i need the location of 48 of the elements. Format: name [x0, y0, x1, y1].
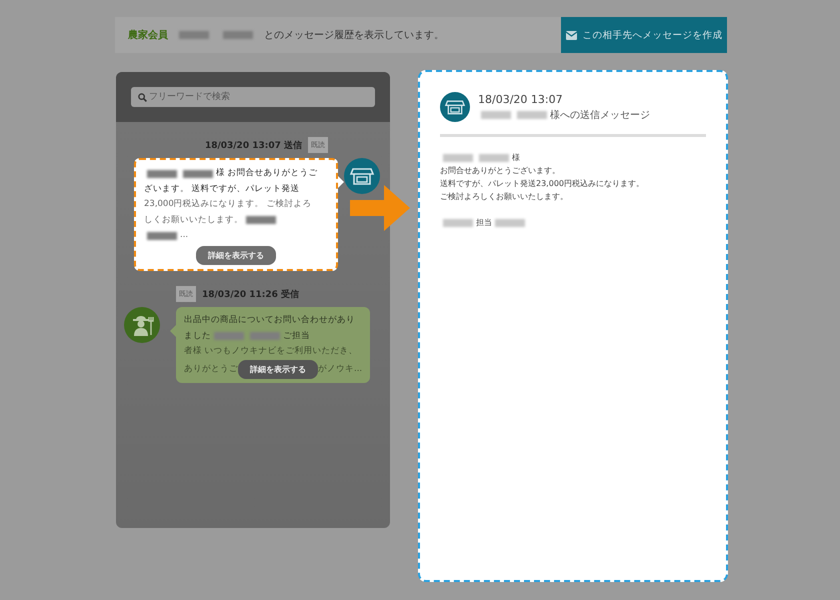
redacted-text	[517, 110, 547, 118]
redacted-text	[223, 31, 253, 39]
message-text: ありがとうご	[184, 362, 238, 376]
redacted-text	[443, 154, 473, 162]
message-text: 送料ですが、パレット発送23,000円税込みになります。	[440, 178, 644, 190]
message-timestamp: 18/03/20 11:26 受信	[202, 288, 300, 300]
store-icon	[344, 158, 380, 194]
message-datetime: 18/03/20 13:07	[478, 92, 564, 106]
message-text: 担当	[476, 217, 492, 229]
redacted-text	[246, 216, 276, 224]
redacted-text	[183, 170, 213, 178]
message-text: 様	[512, 152, 520, 164]
farmer-icon	[124, 307, 160, 343]
message-text: ました	[184, 330, 211, 342]
message-text: ...	[180, 229, 188, 242]
message-text: 23,000円税込みになります。 ご検討よろ	[144, 198, 312, 211]
message-text: 出品中の商品についてお問い合わせがあり	[184, 314, 355, 327]
message-bubble[interactable]: 出品中の商品についてお問い合わせがあり ました ご担当 者様 いつもノウキナビをご利用いただき、 ありがとうご 詳細を表示する がノウキ...	[176, 307, 370, 383]
message-text: しくお願いいたします。	[144, 214, 243, 226]
message-text: とのメッセージ履歴を表示しています。	[264, 28, 444, 42]
redacted-text	[443, 218, 473, 226]
redacted-text	[147, 232, 177, 240]
search-icon	[138, 93, 147, 102]
message-text: ご担当	[283, 330, 310, 342]
envelope-icon	[566, 30, 576, 40]
store-icon	[440, 92, 470, 122]
message-text: 者様 いつもノウキナビをご利用いただき、	[184, 345, 358, 358]
redacted-text	[214, 332, 244, 340]
message-text: 様への送信メッセージ	[550, 108, 650, 122]
message-text: がノウキ...	[318, 362, 362, 376]
redacted-text	[250, 332, 280, 340]
member-type: 農家会員	[128, 28, 168, 42]
redacted-text	[479, 154, 509, 162]
compose-button[interactable]: この相手先へメッセージを作成	[561, 17, 727, 53]
message-text: 様 お問合せありがとうご	[216, 167, 318, 180]
message-timestamp: 18/03/20 13:07 送信	[204, 140, 302, 152]
redacted-text	[495, 218, 525, 226]
message-text: ざいます。 送料ですが、パレット発送	[144, 182, 300, 196]
redacted-text	[481, 110, 511, 118]
show-details-button[interactable]: 詳細を表示する	[238, 360, 318, 379]
message-bubble[interactable]: 様 お問合せありがとうご ざいます。 送料ですが、パレット発送 23,000円税込みになります。 ご検討よろ しくお願いいたします。 ... 詳細を表示する	[134, 158, 338, 271]
redacted-text	[179, 31, 209, 39]
arrow-icon	[350, 185, 410, 231]
redacted-text	[147, 170, 177, 178]
show-details-button[interactable]: 詳細を表示する	[196, 246, 276, 265]
message-text: ご検討よろしくお願いいたします。	[440, 191, 568, 203]
search-field[interactable]: フリーワードで検索	[131, 87, 375, 107]
message-text: お問合せありがとうございます。	[440, 165, 560, 177]
